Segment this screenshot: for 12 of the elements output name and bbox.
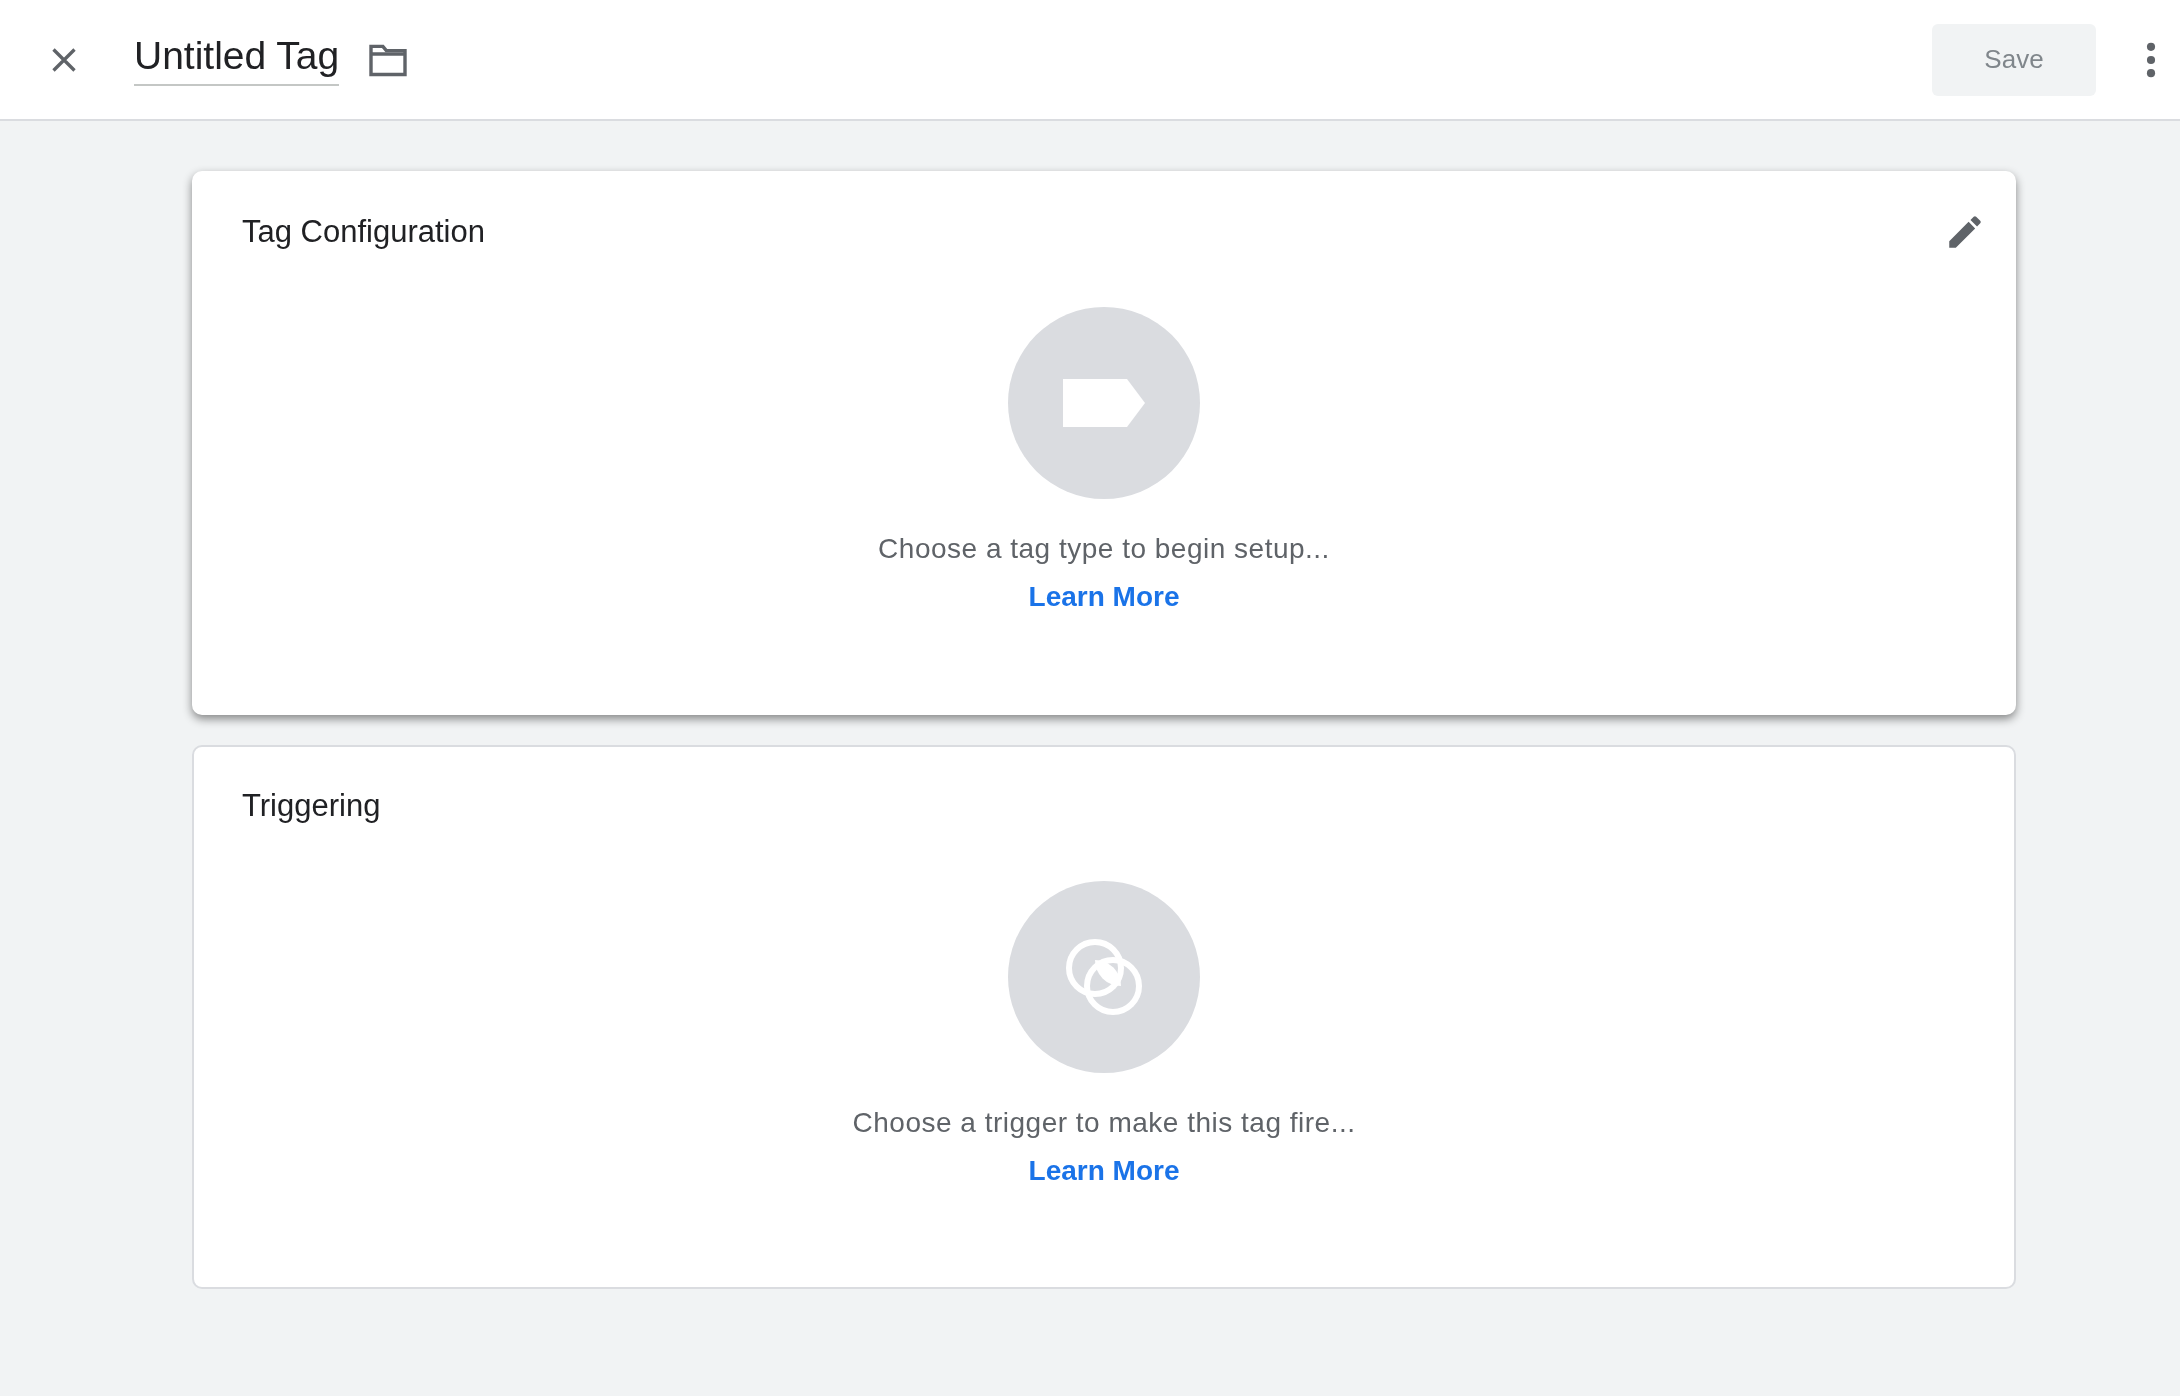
card-background[interactable]: Tag Configuration Choose a tag type to begin setup... Learn More bbox=[192, 171, 2016, 715]
tag-name-field[interactable]: Untitled Tag bbox=[134, 33, 340, 86]
card-background[interactable]: Triggering Choose a trigger to make this tag fire... Learn More bbox=[192, 745, 2016, 1289]
prompt-text: Choose a trigger to make this tag fire... bbox=[852, 1107, 1356, 1139]
prompt-text: Choose a tag type to begin setup... bbox=[878, 533, 1330, 565]
learn-more-link[interactable]: Learn More bbox=[1028, 1155, 1180, 1187]
more-options-icon[interactable] bbox=[2146, 41, 2156, 78]
folder-icon[interactable] bbox=[367, 42, 410, 77]
learn-more-link[interactable]: Learn More bbox=[1028, 581, 1180, 613]
tag-icon bbox=[1063, 379, 1145, 427]
card-title: Triggering bbox=[242, 788, 381, 824]
card-title: Tag Configuration bbox=[242, 214, 485, 250]
